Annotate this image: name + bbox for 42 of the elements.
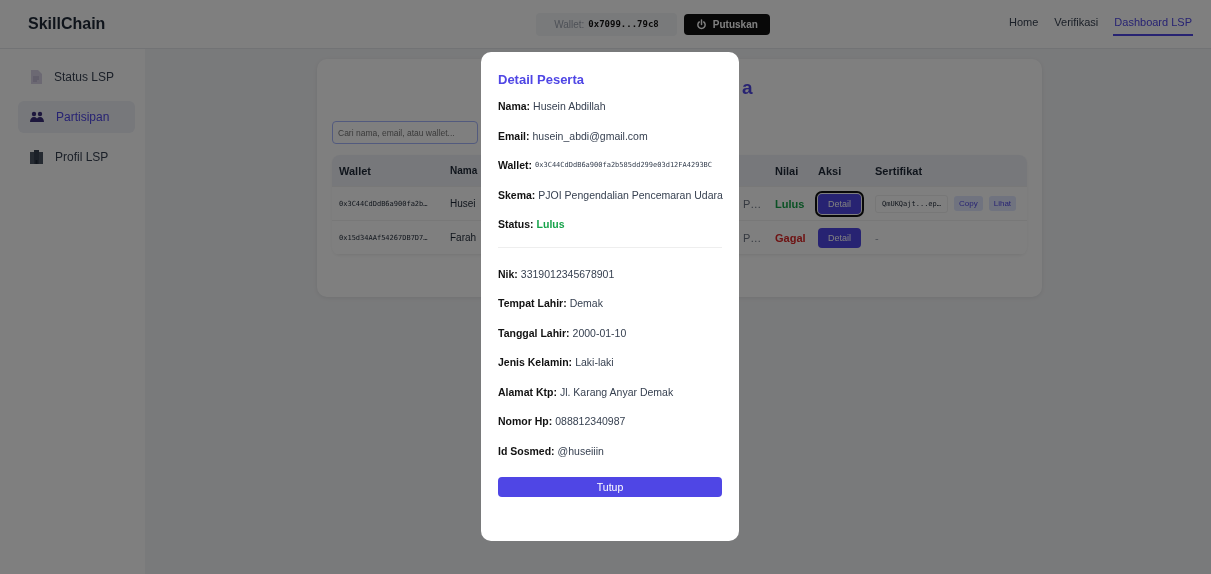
disconnect-button[interactable]: Putuskan	[683, 13, 770, 35]
detail-line: Id Sosmed: @huseiiin	[498, 443, 605, 459]
sidebar-item[interactable]: Partisipan	[18, 101, 135, 133]
detail-line: Jenis Kelamin: Laki-laki	[498, 355, 615, 370]
modal-title: Detail Peserta	[498, 72, 585, 87]
brand-logo[interactable]: SkillChain	[28, 15, 328, 33]
page-title: a	[742, 77, 753, 98]
detail-line: Skema: PJOI Pengendalian Pencemaran Udara	[498, 187, 722, 203]
name-cell-text: Farah	[450, 232, 478, 243]
empty-certificate: -	[875, 231, 879, 244]
detail-button[interactable]: Detail	[818, 227, 861, 248]
detail-button[interactable]: Detail	[818, 193, 861, 214]
sidebar-item[interactable]: Status LSP	[18, 61, 135, 93]
column-header: Aksi	[818, 164, 843, 177]
people-icon	[30, 111, 44, 123]
scheme-cell-text: P…	[743, 197, 763, 210]
scheme-cell-text: P…	[743, 231, 763, 244]
detail-line: Tanggal Lahir: 2000-01-10	[498, 325, 628, 341]
column-header: Nilai	[775, 164, 800, 177]
nav-link[interactable]: Dashboard LSP	[1113, 12, 1193, 36]
nav-link[interactable]: Home	[1007, 12, 1040, 36]
result-cell-text: Gagal	[775, 231, 807, 244]
detail-line: Nama: Husein Abdillah	[498, 99, 607, 114]
column-header: Wallet	[338, 164, 372, 177]
detail-line: Email: husein_abdi@gmail.com	[498, 128, 649, 144]
detail-line: Alamat Ktp: Jl. Karang Anyar Demak	[498, 384, 675, 400]
detail-line: Nomor Hp: 088812340987	[498, 414, 627, 429]
view-button[interactable]: Lihat	[988, 196, 1017, 211]
name-cell-text: Husei	[450, 198, 477, 209]
document-icon	[30, 70, 42, 84]
detail-line: Nik: 3319012345678901	[498, 266, 616, 282]
column-header: Nama	[450, 165, 479, 176]
result-cell-text: Lulus	[775, 197, 806, 210]
copy-button[interactable]: Copy	[954, 196, 983, 211]
building-icon	[30, 150, 43, 164]
detail-line: Status: Lulus	[498, 217, 566, 232]
nav-link[interactable]: Verifikasi	[1053, 12, 1100, 36]
sidebar-item[interactable]: Profil LSP	[18, 141, 135, 173]
detail-line: Tempat Lahir: Demak	[498, 296, 604, 311]
close-button[interactable]: Tutup	[498, 477, 722, 497]
column-header: Sertifikat	[875, 164, 924, 177]
power-icon	[695, 18, 707, 30]
